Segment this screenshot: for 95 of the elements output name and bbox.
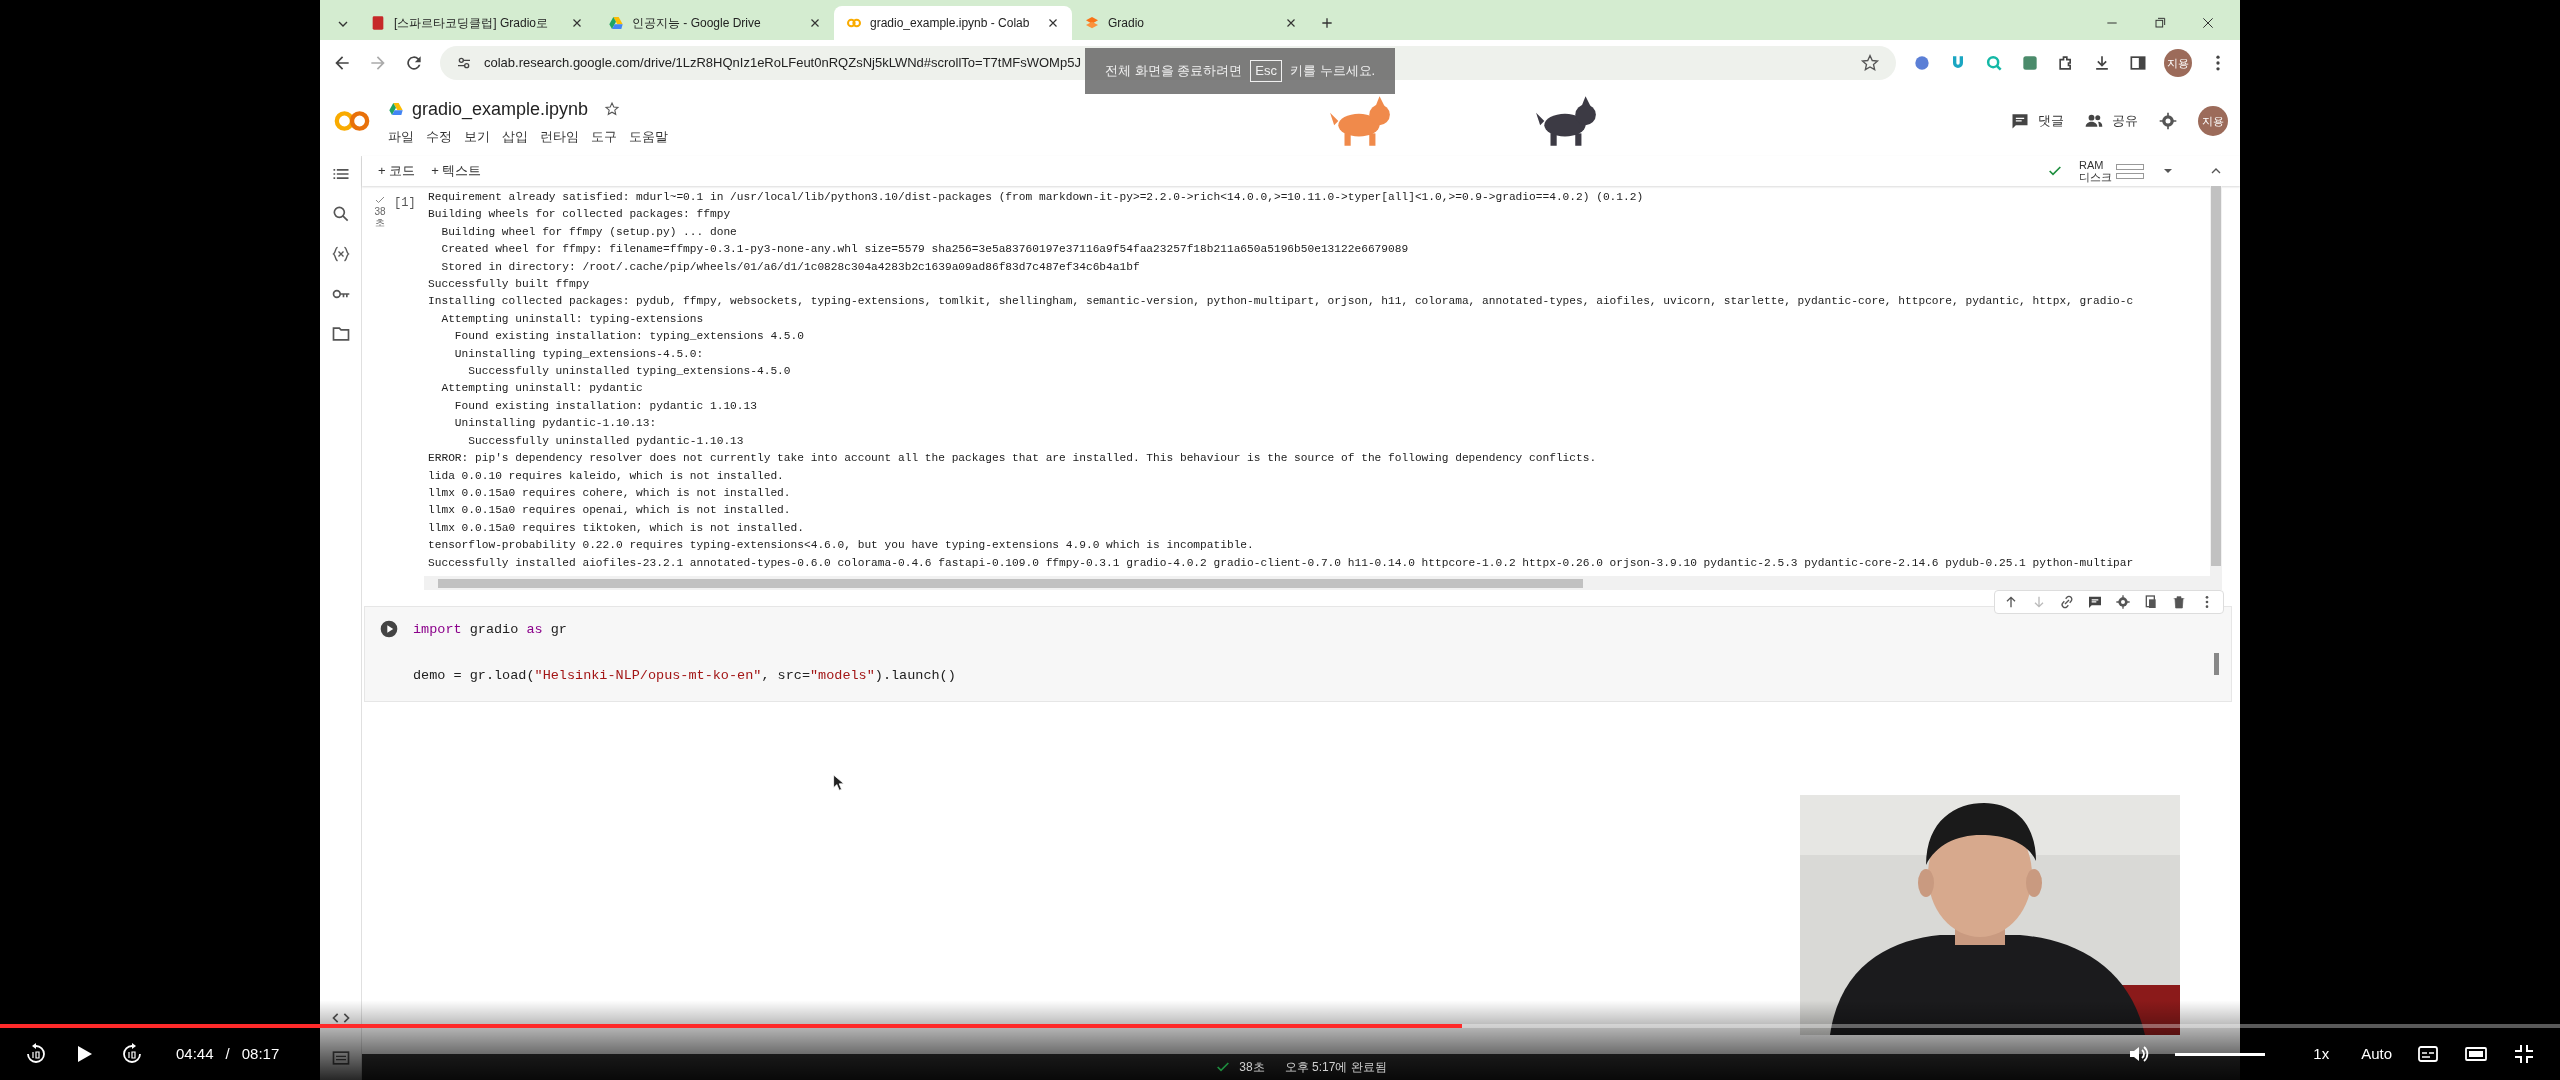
output-line: Successfully installed aiofiles-23.2.1 annotated-types-0.6.0 colorama-0.4.6 fastapi-0.109.0 ffmpy-0.3.1 gradio-4.0.2 gradio-client-0.7.0 h11-0.14.0 httpcore-1.0.2 httpx-0.26.0 orjson-3.9.10 pydantic-2.5.3 pydantic-core-2.14.6 pydub-0.25.1 python-multipar xyxy=(428,555,2135,571)
key-label: Esc xyxy=(1250,60,1282,82)
current-time: 04:44 xyxy=(176,1043,214,1064)
browser-tab[interactable]: Gradio xyxy=(1072,6,1310,40)
resource-meter[interactable]: RAM 디스크 xyxy=(2079,159,2144,183)
vertical-scrollbar[interactable] xyxy=(2210,186,2222,590)
time-separator: / xyxy=(225,1043,230,1064)
share-button[interactable]: 공유 xyxy=(2084,111,2138,131)
output-line: Installing collected packages: pydub, ffmpy, websockets, typing-extensions, tomlkit, shellingham, semantic-version, python-multipart, orjson, h11, colorama, annotated-types, aiofiles, uvicorn, starlette, pydantic-core, httpcore, pydantic, httpx, gradio-c xyxy=(428,294,2135,310)
toolbar-button[interactable]: + 텍스트 xyxy=(431,161,482,181)
scrollbar-thumb[interactable] xyxy=(2214,652,2219,675)
horizontal-scrollbar[interactable] xyxy=(424,575,2210,590)
new-tab-icon[interactable] xyxy=(1319,15,1335,31)
output-line: Found existing installation: pydantic 1.10.13 xyxy=(453,398,758,414)
volume-slider[interactable] xyxy=(2175,1052,2266,1056)
output-line: Uninstalling pydantic-1.10.13: xyxy=(453,416,658,432)
reload-icon[interactable] xyxy=(404,53,424,73)
profile-avatar[interactable]: 지용 xyxy=(2164,49,2192,77)
folder-icon[interactable] xyxy=(330,324,351,344)
output-line: Uninstalling typing_extensions-4.5.0: xyxy=(453,346,705,362)
url-text: colab.research.google.com/drive/1LzR8HQnIz1eRoLFeut0nRQZsNj5kLWNd#scrollTo=T7tMFsWOMp5J xyxy=(484,54,1081,73)
notice-text: 키를 누르세요. xyxy=(1289,62,1376,81)
extension-icon[interactable] xyxy=(1912,53,1932,73)
status-message: 오후 5:17에 완료됨 xyxy=(1284,1059,1387,1076)
output-line: llmx 0.0.15a0 requires openai, which is not installed. xyxy=(428,503,792,519)
star-icon[interactable] xyxy=(604,101,621,118)
menu-item[interactable]: 삽입 xyxy=(502,126,528,147)
output-line: llmx 0.0.15a0 requires cohere, which is not installed. xyxy=(428,485,792,501)
ram-label: RAM xyxy=(2079,159,2105,171)
code-line: demo = gr.load("Helsinki-NLP/opus-mt-ko-en", src="models").launch() xyxy=(413,666,956,685)
output-line: Attempting uninstall: pydantic xyxy=(440,381,644,397)
browser-tab[interactable]: 인공지능 - Google Drive xyxy=(596,6,834,40)
output-line: Requirement already satisfied: mdurl~=0.1 in /usr/local/lib/python3.10/dist-packages (from markdown-it-py>=2.2.0->rich<14.0.0,>=10.11.0->typer[all]<1.0,>=0.9->gradio==4.0.2) (0.1.2) xyxy=(428,190,1645,205)
tab-title: 인공지능 - Google Drive xyxy=(632,15,762,32)
output-line: tensorflow-probability 0.22.0 requires typing-extensions<4.6.0, but you have typing-extensions 4.9.0 which is incompatible. xyxy=(428,538,1255,554)
menu-item[interactable]: 도구 xyxy=(591,126,617,147)
run-duration: 38 초 xyxy=(374,206,386,228)
gradio-logo-icon xyxy=(1084,15,1100,31)
forward-10-icon[interactable] xyxy=(120,1042,144,1066)
tab-title: [스파르타코딩클럽] Gradio로 xyxy=(394,15,550,32)
tab-title: Gradio xyxy=(1108,15,1146,32)
output-line: Successfully uninstalled typing_extensions-4.5.0 xyxy=(467,364,792,380)
menu-item[interactable]: 파일 xyxy=(388,126,414,147)
run-cell-icon[interactable] xyxy=(379,618,399,639)
disk-label: 디스크 xyxy=(2079,171,2112,183)
terminal-icon[interactable] xyxy=(330,1048,351,1068)
drive-icon xyxy=(388,101,404,118)
colab-logo-icon xyxy=(332,108,372,134)
output-line: Stored in directory: /root/.cache/pip/wheels/01/a6/d1/1c0828c304a4283b2c1639a09ad86f83d7c487ef34c6b4a1bf xyxy=(440,259,1141,275)
menu-item[interactable]: 수정 xyxy=(426,126,452,147)
browser-tab[interactable]: gradio_example.ipynb - Colab xyxy=(834,6,1072,40)
output-line: Created wheel for ffmpy: filename=ffmpy-0.3.1-py3-none-any.whl size=5579 sha256=3e5a83760197e37116a9f54faa23257f18b211a650a5196b50e13122e6679089 xyxy=(440,242,1410,258)
output-line: Successfully uninstalled pydantic-1.10.13 xyxy=(467,433,745,449)
execution-count: [1] xyxy=(394,195,416,212)
output-line: ERROR: pip's dependency resolver does not currently take into account all the packages that are installed. This behaviour is the source of the following dependency conflicts. xyxy=(428,451,1598,467)
output-line: Attempting uninstall: typing-extensions xyxy=(440,311,705,327)
toolbar-button[interactable]: + 코드 xyxy=(378,161,416,181)
variables-icon[interactable] xyxy=(330,244,351,264)
tab-title: gradio_example.ipynb - Colab xyxy=(870,15,1031,32)
output-line: Successfully built ffmpy xyxy=(428,277,591,293)
output-line: Building wheel for ffmpy (setup.py) ... done xyxy=(440,224,738,240)
notebook-title[interactable]: gradio_example.ipynb xyxy=(412,95,589,123)
comment-icon xyxy=(2010,111,2030,131)
comment-button[interactable]: 댓글 xyxy=(2010,111,2064,131)
mirror-icon[interactable] xyxy=(2143,593,2159,610)
status-duration: 38초 xyxy=(1239,1059,1265,1076)
output-line: llmx 0.0.15a0 requires tiktoken, which is not installed. xyxy=(428,520,805,536)
code-line: import gradio as gr xyxy=(413,620,567,639)
book-icon xyxy=(370,15,386,31)
drive-icon xyxy=(608,15,624,31)
menu-item[interactable]: 도움말 xyxy=(629,126,668,147)
exit-fullscreen-icon[interactable] xyxy=(2512,1042,2536,1066)
side-panel-icon[interactable] xyxy=(2128,53,2148,73)
output-line: Building wheels for collected packages: ffmpy xyxy=(428,207,732,223)
extension-icon[interactable] xyxy=(2020,53,2040,73)
notice-text: 전체 화면을 종료하려면 xyxy=(1105,62,1243,81)
menu-item[interactable]: 보기 xyxy=(464,126,490,147)
bookmark-star-icon[interactable] xyxy=(1860,53,1880,73)
browser-tab[interactable]: [스파르타코딩클럽] Gradio로 xyxy=(358,6,596,40)
site-info-icon xyxy=(456,55,472,71)
close-icon[interactable] xyxy=(2200,15,2216,31)
code-cell[interactable]: import gradio as gr demo = gr.load("Helsinki-NLP/opus-mt-ko-en", src="models").launch() xyxy=(364,605,2232,702)
menu-item[interactable]: 런타임 xyxy=(540,126,579,147)
delete-icon[interactable] xyxy=(2171,593,2187,610)
restore-icon[interactable] xyxy=(2152,15,2168,31)
total-time: 08:17 xyxy=(241,1043,280,1064)
output-line: lida 0.0.10 requires kaleido, which is not installed. xyxy=(428,468,785,484)
link-icon[interactable] xyxy=(2059,593,2075,610)
quality-button[interactable]: Auto xyxy=(2361,1042,2392,1066)
speed-button[interactable]: 1x xyxy=(2313,1042,2330,1066)
progress-bar[interactable] xyxy=(0,1024,2560,1028)
user-avatar[interactable]: 지용 xyxy=(2198,106,2228,136)
rewind-10-icon[interactable] xyxy=(24,1042,48,1066)
check-icon xyxy=(374,194,386,206)
output-line: Found existing installation: typing_extensions 4.5.0 xyxy=(453,329,805,345)
